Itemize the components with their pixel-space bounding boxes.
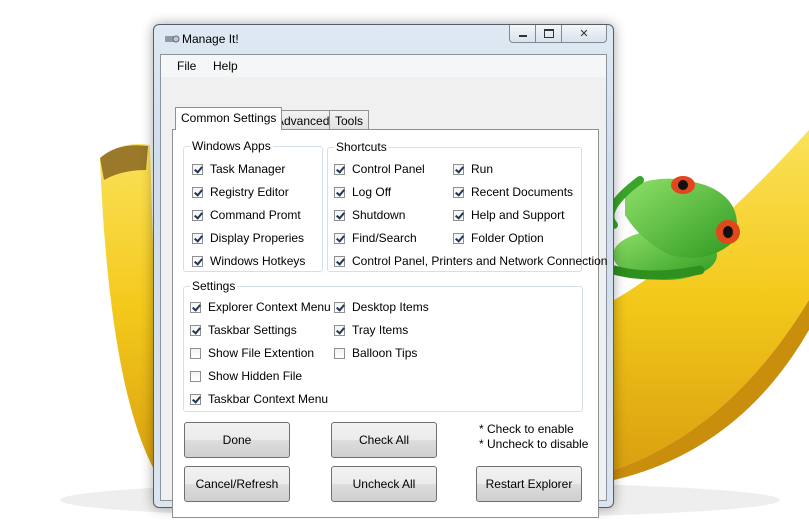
checkbox-box[interactable] <box>453 186 464 198</box>
checkbox-log-off[interactable]: Log Off <box>334 185 391 199</box>
group-shortcuts: Shortcuts Control Panel Log Off Shutdown… <box>327 140 607 272</box>
checkbox-label: Taskbar Context Menu <box>208 392 329 406</box>
checkbox-show-file-extention[interactable]: Show File Extention <box>190 346 314 360</box>
checkbox-control-panel-printers-network[interactable]: Control Panel, Printers and Network Conn… <box>334 254 607 268</box>
check-all-button[interactable]: Check All <box>331 422 437 458</box>
checkbox-label: Recent Documents <box>471 185 574 199</box>
checkbox-windows-hotkeys[interactable]: Windows Hotkeys <box>192 254 305 268</box>
checkbox-label: Control Panel <box>352 162 425 176</box>
checkbox-recent-documents[interactable]: Recent Documents <box>453 185 573 199</box>
minimize-icon <box>518 35 527 37</box>
done-button[interactable]: Done <box>184 422 290 458</box>
close-button[interactable]: ✕ <box>562 25 607 43</box>
app-window: Manage It! ✕ File Help Common Settings A… <box>153 24 614 518</box>
group-legend: Shortcuts <box>334 140 389 154</box>
checkbox-label: Shutdown <box>352 208 406 222</box>
checkbox-registry-editor[interactable]: Registry Editor <box>192 185 289 199</box>
checkbox-label: Control Panel, Printers and Network Conn… <box>352 254 608 268</box>
group-settings: Settings Explorer Context Menu Taskbar S… <box>183 279 583 412</box>
checkbox-task-manager[interactable]: Task Manager <box>192 162 285 176</box>
group-windows-apps: Windows Apps Task Manager Registry Edito… <box>183 139 323 272</box>
checkbox-taskbar-context-menu[interactable]: Taskbar Context Menu <box>190 392 328 406</box>
checkbox-label: Tray Items <box>352 323 409 337</box>
checkbox-box[interactable] <box>334 255 345 267</box>
maximize-icon <box>543 29 554 38</box>
checkbox-label: Help and Support <box>471 208 565 222</box>
checkbox-label: Log Off <box>352 185 392 199</box>
checkbox-label: Windows Hotkeys <box>210 254 306 268</box>
cancel-refresh-button[interactable]: Cancel/Refresh <box>184 466 290 502</box>
tab-panel-common-settings: Windows Apps Task Manager Registry Edito… <box>172 129 607 518</box>
checkbox-help-and-support[interactable]: Help and Support <box>453 208 564 222</box>
checkbox-box[interactable] <box>334 186 345 198</box>
checkbox-box[interactable] <box>192 232 203 244</box>
minimize-button[interactable] <box>509 25 536 43</box>
checkbox-label: Run <box>471 162 494 176</box>
group-legend: Settings <box>190 279 238 293</box>
checkbox-box[interactable] <box>334 301 345 313</box>
checkbox-label: Registry Editor <box>210 185 289 199</box>
checkbox-box[interactable] <box>453 163 464 175</box>
checkbox-label: Find/Search <box>352 231 417 245</box>
checkbox-box[interactable] <box>190 324 201 336</box>
checkbox-folder-option[interactable]: Folder Option <box>453 231 544 245</box>
checkbox-label: Explorer Context Menu <box>208 300 331 314</box>
checkbox-box[interactable] <box>190 370 201 382</box>
checkbox-box[interactable] <box>192 209 203 221</box>
gear-app-icon <box>165 35 180 43</box>
maximize-button[interactable] <box>536 25 562 43</box>
checkbox-control-panel[interactable]: Control Panel <box>334 162 425 176</box>
checkbox-desktop-items[interactable]: Desktop Items <box>334 300 429 314</box>
hint-check-enable: * Check to enable <box>479 422 574 436</box>
checkbox-tray-items[interactable]: Tray Items <box>334 323 408 337</box>
checkbox-balloon-tips[interactable]: Balloon Tips <box>334 346 417 360</box>
checkbox-label: Task Manager <box>210 162 286 176</box>
checkbox-box[interactable] <box>453 209 464 221</box>
checkbox-label: Show File Extention <box>208 346 315 360</box>
checkbox-label: Balloon Tips <box>352 346 418 360</box>
checkbox-box[interactable] <box>334 232 345 244</box>
checkbox-box[interactable] <box>192 255 203 267</box>
checkbox-label: Show Hidden File <box>208 369 303 383</box>
menu-help[interactable]: Help <box>213 59 238 73</box>
checkbox-explorer-context-menu[interactable]: Explorer Context Menu <box>190 300 331 314</box>
checkbox-find-search[interactable]: Find/Search <box>334 231 417 245</box>
client-area: File Help Common Settings Advanced Tools… <box>160 54 607 518</box>
checkbox-command-promt[interactable]: Command Promt <box>192 208 301 222</box>
menu-bar: File Help <box>161 55 606 77</box>
close-icon: ✕ <box>579 28 589 40</box>
checkbox-label: Folder Option <box>471 231 544 245</box>
title-bar[interactable]: Manage It! ✕ <box>154 25 613 53</box>
checkbox-box[interactable] <box>192 186 203 198</box>
checkbox-box[interactable] <box>334 347 345 359</box>
checkbox-box[interactable] <box>190 393 201 405</box>
checkbox-taskbar-settings[interactable]: Taskbar Settings <box>190 323 297 337</box>
checkbox-box[interactable] <box>190 347 201 359</box>
checkbox-run[interactable]: Run <box>453 162 493 176</box>
checkbox-show-hidden-file[interactable]: Show Hidden File <box>190 369 302 383</box>
checkbox-label: Taskbar Settings <box>208 323 297 337</box>
checkbox-box[interactable] <box>334 324 345 336</box>
checkbox-display-properies[interactable]: Display Properies <box>192 231 304 245</box>
checkbox-box[interactable] <box>192 163 203 175</box>
checkbox-box[interactable] <box>334 163 345 175</box>
checkbox-box[interactable] <box>334 209 345 221</box>
checkbox-label: Display Properies <box>210 231 305 245</box>
uncheck-all-button[interactable]: Uncheck All <box>331 466 437 502</box>
hint-uncheck-disable: * Uncheck to disable <box>479 437 589 451</box>
window-title: Manage It! <box>182 32 239 46</box>
tab-tools[interactable]: Tools <box>329 110 370 130</box>
checkbox-label: Desktop Items <box>352 300 429 314</box>
checkbox-label: Command Promt <box>210 208 301 222</box>
restart-explorer-button[interactable]: Restart Explorer <box>476 466 582 502</box>
tab-common-settings[interactable]: Common Settings <box>175 107 283 130</box>
checkbox-box[interactable] <box>453 232 464 244</box>
group-legend: Windows Apps <box>190 139 273 153</box>
menu-file[interactable]: File <box>177 59 196 73</box>
checkbox-box[interactable] <box>190 301 201 313</box>
checkbox-shutdown[interactable]: Shutdown <box>334 208 405 222</box>
